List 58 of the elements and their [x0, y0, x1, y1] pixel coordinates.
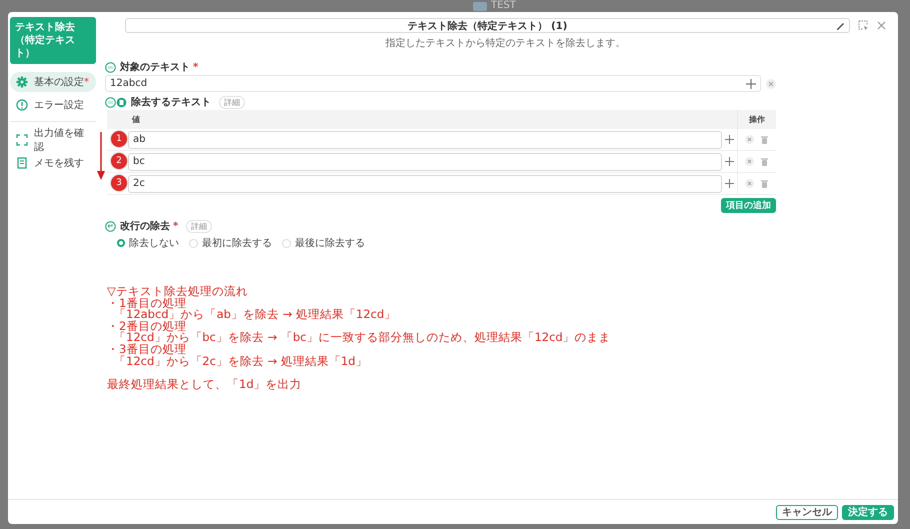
radio-option[interactable]: 除去しない — [117, 236, 179, 250]
annotation-text: 「12cd」から「bc」を除去 → 「bc」に一致する部分無しのため、処理結果「12cd」のまま — [113, 332, 612, 344]
radio-option[interactable]: 最初に除去する — [189, 236, 272, 250]
step-number-badge: 1 — [111, 131, 127, 147]
newline-icon — [105, 220, 116, 232]
detail-link[interactable]: 詳細 — [186, 220, 212, 232]
dialog-subtitle: 指定したテキストから特定のテキストを除去します。 — [384, 36, 626, 50]
input-field[interactable]: bc — [128, 152, 722, 170]
column-header: 操作 — [738, 110, 776, 129]
plus-icon — [725, 135, 734, 144]
field-label: 対象のテキスト * — [120, 60, 198, 74]
annotation-text: 最終処理結果として、「1d」を出力 — [107, 379, 303, 391]
clear-icon — [766, 78, 776, 88]
annotation-text: 「12cd」から「2c」を除去 → 処理結果「1d」 — [113, 356, 368, 368]
trash-icon — [760, 157, 769, 166]
clear-icon — [745, 157, 754, 166]
info-icon — [16, 99, 28, 111]
title-field[interactable]: テキスト除去（特定テキスト） (1) — [125, 18, 850, 33]
radio-button[interactable] — [117, 239, 125, 247]
pencil-icon — [836, 21, 845, 31]
dialog-badge-title: テキスト除去（特定テキスト） — [10, 17, 96, 64]
trash-icon — [760, 179, 769, 188]
text-icon — [105, 62, 116, 72]
gear-icon — [16, 76, 28, 88]
input-field[interactable]: 2c — [128, 174, 722, 192]
clear-icon — [745, 135, 754, 144]
sidebar-item[interactable]: メモを残す — [10, 153, 96, 173]
close-icon — [877, 21, 886, 30]
annotation-text: ・3番目の処理 — [107, 344, 186, 356]
annotation-text: ▽テキスト除去処理の流れ — [107, 286, 249, 298]
frame-icon — [16, 134, 28, 146]
detail-link[interactable]: 詳細 — [219, 96, 245, 108]
plus-icon — [746, 78, 756, 88]
sidebar-item[interactable]: 基本の設定* — [10, 72, 96, 92]
clear-icon — [745, 179, 754, 188]
plus-icon — [725, 157, 734, 166]
column-header: 値 — [128, 110, 738, 129]
step-number-badge: 2 — [111, 153, 127, 169]
app-title: TEST — [491, 0, 516, 12]
memo-icon — [16, 157, 28, 169]
app-icon — [473, 0, 487, 12]
input-field[interactable]: ab — [128, 130, 722, 148]
cancel-button[interactable]: キャンセル — [776, 505, 838, 520]
radio-option[interactable]: 最後に除去する — [282, 236, 365, 250]
step-number-badge: 3 — [111, 175, 127, 191]
annotation-text: ・2番目の処理 — [107, 320, 186, 332]
text-remove-icon — [105, 96, 127, 108]
sidebar-item[interactable]: 出力値を確認 — [10, 130, 96, 150]
annotation-text: 「12abcd」から「ab」を除去 → 処理結果「12cd」 — [113, 309, 398, 321]
field-label: 改行の除去 * — [120, 220, 178, 233]
sidebar-item[interactable]: エラー設定 — [10, 95, 96, 115]
input-field[interactable]: 12abcd — [105, 75, 761, 92]
down-arrow — [97, 132, 105, 180]
annotation-text: ・1番目の処理 — [107, 298, 186, 310]
plus-icon — [725, 179, 734, 188]
field-label: 除去するテキスト — [131, 96, 211, 109]
trash-icon — [760, 135, 769, 144]
selection-icon — [858, 20, 869, 31]
